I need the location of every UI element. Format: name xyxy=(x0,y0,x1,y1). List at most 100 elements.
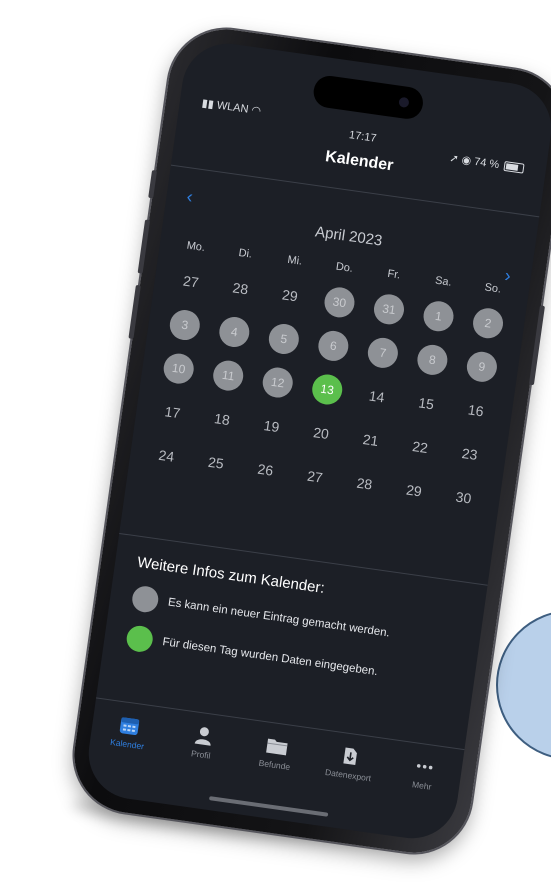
day-number: 16 xyxy=(466,401,485,420)
tab-label: Datenexport xyxy=(324,766,372,784)
calendar-day[interactable]: 6 xyxy=(309,328,357,364)
calendar-day[interactable]: 17 xyxy=(149,394,197,430)
day-number: 18 xyxy=(213,410,231,429)
calendar-day[interactable]: 12 xyxy=(254,365,302,401)
legend-text: Für diesen Tag wurden Daten eingegeben. xyxy=(161,636,379,679)
day-number: 9 xyxy=(464,349,499,384)
day-number: 27 xyxy=(306,467,324,486)
calendar-day[interactable]: 3 xyxy=(161,307,209,343)
calendar-day[interactable]: 15 xyxy=(402,386,450,422)
weekday-label: Sa. xyxy=(434,274,453,289)
camera-icon xyxy=(398,96,410,109)
calendar-day[interactable]: 5 xyxy=(260,321,308,357)
calendar-day[interactable]: 28 xyxy=(217,271,265,307)
calendar-day[interactable]: 30 xyxy=(440,480,488,516)
person-icon xyxy=(191,723,216,748)
battery-icon xyxy=(503,161,525,174)
day-number: 5 xyxy=(266,322,301,356)
day-number: 20 xyxy=(312,424,330,443)
day-number: 7 xyxy=(365,335,400,370)
tab-mehr[interactable]: Mehr xyxy=(386,751,460,795)
day-number: 25 xyxy=(207,453,225,472)
day-number: 14 xyxy=(367,387,386,406)
calendar-day[interactable]: 18 xyxy=(198,401,246,437)
day-number: 26 xyxy=(256,460,275,479)
calendar-day[interactable]: 28 xyxy=(341,466,389,502)
day-number: 10 xyxy=(161,351,196,386)
day-number: 12 xyxy=(260,365,295,400)
day-number: 24 xyxy=(157,446,176,465)
tab-label: Befunde xyxy=(258,757,291,772)
tab-datenexport[interactable]: Datenexport xyxy=(313,741,387,785)
calendar-day[interactable]: 29 xyxy=(390,473,438,509)
calendar-day[interactable]: 9 xyxy=(458,349,506,385)
green-dot-icon xyxy=(125,624,155,654)
day-number: 30 xyxy=(454,488,473,507)
day-number: 1 xyxy=(421,299,456,334)
export-icon xyxy=(338,744,363,769)
previous-month-button[interactable]: ‹ xyxy=(185,186,194,207)
calendar-day[interactable]: 19 xyxy=(248,408,296,444)
more-icon xyxy=(412,754,437,779)
calendar-day[interactable]: 13 xyxy=(303,372,351,408)
calendar-day[interactable]: 27 xyxy=(167,264,215,300)
day-number: 22 xyxy=(411,437,429,457)
calendar-icon xyxy=(117,713,142,738)
calendar-day[interactable]: 16 xyxy=(452,392,500,428)
calendar-day[interactable]: 7 xyxy=(359,335,407,371)
calendar-grid: Mo. Di. Mi. Do. Fr. Sa. So. 27 28 29 30 31 1 2… xyxy=(143,238,516,516)
tab-label: Kalender xyxy=(109,736,145,752)
calendar-day[interactable]: 31 xyxy=(365,291,413,327)
calendar-day[interactable]: 20 xyxy=(297,415,345,451)
calendar-day[interactable]: 30 xyxy=(316,284,364,320)
calendar-day[interactable]: 1 xyxy=(415,298,463,334)
day-number: 29 xyxy=(281,286,299,305)
calendar-day[interactable]: 10 xyxy=(155,351,203,387)
day-number: 28 xyxy=(355,474,374,493)
calendar-day[interactable]: 14 xyxy=(353,379,401,415)
day-number: 19 xyxy=(262,417,281,436)
calendar-day[interactable]: 25 xyxy=(192,445,240,481)
calendar-day[interactable]: 8 xyxy=(409,342,457,378)
day-number: 21 xyxy=(361,431,380,450)
day-number: 3 xyxy=(167,308,202,342)
day-number: 4 xyxy=(217,315,252,349)
calendar-day[interactable]: 26 xyxy=(242,452,290,488)
tab-label: Profil xyxy=(190,748,212,761)
tab-kalender[interactable]: Kalender xyxy=(92,710,166,754)
tab-befunde[interactable]: Befunde xyxy=(239,730,313,774)
weekday-label: Mo. xyxy=(185,239,206,255)
day-number: 11 xyxy=(211,358,246,393)
grey-dot-icon xyxy=(130,584,160,614)
day-number: 15 xyxy=(417,394,436,413)
calendar-day[interactable]: 4 xyxy=(210,314,258,350)
calendar-day[interactable]: 24 xyxy=(143,438,191,474)
weekday-label: Di. xyxy=(237,246,253,261)
day-number: 29 xyxy=(405,481,423,500)
calendar-day[interactable]: 2 xyxy=(464,305,512,341)
calendar-day[interactable]: 21 xyxy=(347,422,395,458)
weekday-label: Do. xyxy=(335,260,354,275)
day-number: 2 xyxy=(471,306,505,341)
calendar-day[interactable]: 27 xyxy=(291,459,339,495)
day-number: 17 xyxy=(163,403,182,422)
calendar-info: Weitere Infos zum Kalender: Es kann ein … xyxy=(123,554,465,710)
stage: ▮▮ WLAN ◠ 17:17 ➚ ◉ 74 % Kalender ‹ Apri… xyxy=(0,0,551,896)
calendar-day[interactable]: 23 xyxy=(446,436,494,472)
folder-icon xyxy=(265,734,290,759)
tab-label: Mehr xyxy=(411,779,433,792)
legend-text: Es kann ein neuer Eintrag gemacht werden… xyxy=(167,596,391,640)
tab-profil[interactable]: Profil xyxy=(165,720,239,764)
day-number: 27 xyxy=(182,272,200,291)
weekday-label: Fr. xyxy=(386,267,402,282)
day-number: 31 xyxy=(372,292,406,327)
calendar-day[interactable]: 22 xyxy=(396,429,444,465)
weekday-label: Mi. xyxy=(286,253,303,268)
day-number: 30 xyxy=(322,285,357,320)
day-number: 23 xyxy=(460,444,479,463)
calendar-day[interactable]: 11 xyxy=(204,358,252,394)
calendar-day[interactable]: 29 xyxy=(266,277,314,313)
calendar-weeks: 27 28 29 30 31 1 2 3 4 5 6 7 8 9 10 11 12 13 14 15 16 17 18 19 2… xyxy=(143,264,512,516)
next-month-button[interactable]: › xyxy=(503,265,512,286)
day-number: 6 xyxy=(316,328,351,363)
